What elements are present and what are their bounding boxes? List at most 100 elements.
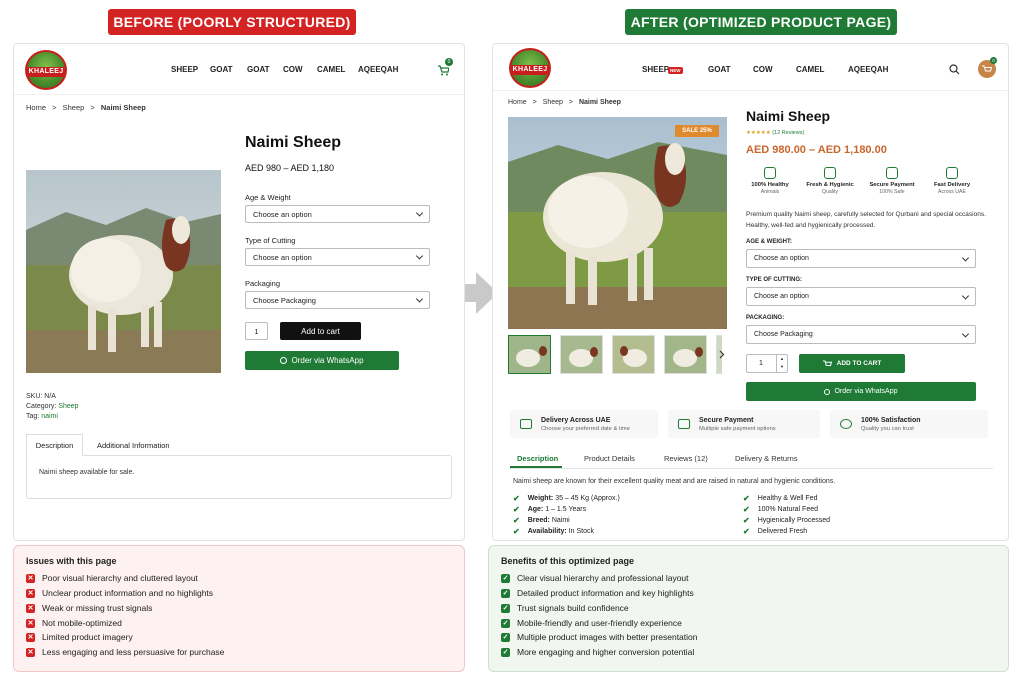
add-to-cart-button[interactable]: ADD TO CART <box>799 354 905 373</box>
breadcrumb-separator: > <box>90 103 95 112</box>
breadcrumb-separator: > <box>568 99 573 106</box>
spec-value: In Stock <box>568 528 594 535</box>
issue-text: Unclear product information and no highl… <box>42 588 214 598</box>
breadcrumb: Home > Sheep > Naimi Sheep <box>26 103 146 112</box>
breadcrumb-home[interactable]: Home <box>508 99 527 106</box>
cart-icon <box>822 360 832 366</box>
whatsapp-label: Order via WhatsApp <box>834 388 898 395</box>
trust-fresh: Fresh & Hygienic Quality <box>802 167 858 195</box>
nav-item[interactable]: CAMEL <box>317 65 358 74</box>
nav-item[interactable]: COW <box>753 65 796 74</box>
check-icon: ✔ <box>513 516 520 525</box>
field-label: AGE & WEIGHT: <box>746 239 792 245</box>
stars-icon: ★★★★★ <box>746 130 771 136</box>
feature-sub: Choose your preferred date & time <box>541 425 630 432</box>
spec-key: Weight: <box>527 495 554 502</box>
tab-description[interactable]: Description <box>26 434 83 456</box>
product-image[interactable] <box>26 170 221 373</box>
brand-logo[interactable]: KHALEEJ <box>25 50 67 90</box>
packaging-select[interactable]: Choose Packaging <box>746 325 976 344</box>
nav-item[interactable]: CAMEL <box>796 65 848 74</box>
meta-label: SKU: <box>26 393 43 400</box>
breadcrumb-separator: > <box>532 99 537 106</box>
age-weight-select[interactable]: Choose an option <box>245 205 430 223</box>
trust-title: Fast Delivery <box>933 182 971 188</box>
breadcrumb-category[interactable]: Sheep <box>63 103 85 112</box>
highlight-text: Delivered Fresh <box>757 528 808 535</box>
packaging-select[interactable]: Choose Packaging <box>245 291 430 309</box>
thumbnail[interactable] <box>664 335 707 374</box>
tab-delivery-returns[interactable]: Delivery & Returns <box>735 454 798 463</box>
meta-label: Tag: <box>26 413 40 420</box>
quantity-stepper[interactable]: 1 ▲ ▼ <box>746 354 788 373</box>
breadcrumb-home[interactable]: Home <box>26 103 46 112</box>
nav-item[interactable]: GOAT <box>247 65 283 74</box>
quantity-input[interactable]: 1 <box>245 322 268 340</box>
nav-item[interactable]: SHEEP <box>642 65 669 74</box>
after-nav: SHEEP NEW GOAT COW CAMEL AQEEQAH <box>642 65 888 74</box>
check-icon: ✓ <box>501 647 510 657</box>
trust-sub: 100% Safe <box>879 189 905 195</box>
nav-item[interactable]: AQEEQAH <box>848 65 888 74</box>
stepper-arrows[interactable]: ▲ ▼ <box>776 355 787 372</box>
cutting-select[interactable]: Choose an option <box>245 248 430 266</box>
field-label: TYPE OF CUTTING: <box>746 277 802 283</box>
cart-button[interactable]: 0 <box>437 58 453 81</box>
check-icon: ✔ <box>743 527 750 536</box>
cutting-select[interactable]: Choose an option <box>746 287 976 306</box>
chevron-right-icon[interactable] <box>719 350 725 359</box>
field-label: Type of Cutting <box>245 236 296 245</box>
whatsapp-label: Order via WhatsApp <box>291 356 364 365</box>
card-icon <box>678 419 690 429</box>
thumbnail[interactable] <box>560 335 603 374</box>
tag-link[interactable]: naimi <box>41 413 58 420</box>
check-icon: ✔ <box>513 494 520 503</box>
tab-additional-info[interactable]: Additional Information <box>97 441 170 450</box>
cart-button[interactable]: 0 <box>978 57 997 78</box>
issue-text: Poor visual hierarchy and cluttered layo… <box>42 573 198 583</box>
issue-item: ✕ Limited product imagery <box>26 632 133 642</box>
rating-stars: ★★★★★ (12 Reviews) <box>746 130 804 136</box>
thumbnail[interactable] <box>508 335 551 374</box>
product-title: Naimi Sheep <box>746 108 831 124</box>
spec-row: ✔ Availability: In Stock <box>513 527 594 536</box>
feature-title: Delivery Across UAE <box>541 416 611 424</box>
tab-description[interactable]: Description <box>517 454 558 463</box>
breadcrumb-category[interactable]: Sheep <box>543 99 563 106</box>
whatsapp-button[interactable]: Order via WhatsApp <box>245 351 399 370</box>
brand-logo[interactable]: KHALEEJ <box>509 48 551 88</box>
spec-value: 35 – 45 Kg (Approx.) <box>555 495 620 502</box>
whatsapp-button[interactable]: Order via WhatsApp <box>746 382 976 401</box>
cart-count: 0 <box>445 58 453 66</box>
product-image[interactable]: SALE 25% <box>508 117 727 329</box>
tab-product-details[interactable]: Product Details <box>584 454 635 463</box>
check-icon: ✓ <box>501 603 510 613</box>
nav-item[interactable]: AQEEQAH <box>358 65 398 74</box>
reviews-link[interactable]: (12 Reviews) <box>772 130 804 136</box>
search-icon[interactable] <box>949 64 960 75</box>
select-value: Choose an option <box>253 252 312 262</box>
cart-count: 0 <box>990 57 997 64</box>
spec-row: ✔ Age: 1 – 1.5 Years <box>513 505 586 514</box>
check-icon: ✔ <box>743 505 750 514</box>
x-icon: ✕ <box>26 632 35 642</box>
nav-item[interactable]: GOAT <box>210 65 247 74</box>
x-icon: ✕ <box>26 647 35 657</box>
issue-text: Less engaging and less persuasive for pu… <box>42 647 225 657</box>
tab-reviews[interactable]: Reviews (12) <box>664 454 708 463</box>
nav-item[interactable]: SHEEP <box>171 65 210 74</box>
category-link[interactable]: Sheep <box>58 403 78 410</box>
age-weight-select[interactable]: Choose an option <box>746 249 976 268</box>
benefit-text: Trust signals build confidence <box>517 603 629 613</box>
trust-healthy: 100% Healthy Animals <box>746 167 794 195</box>
benefit-text: Multiple product images with better pres… <box>517 632 698 642</box>
nav-item[interactable]: GOAT <box>708 65 753 74</box>
feature-satisfaction: 100% Satisfaction Quality you can trust <box>830 410 988 438</box>
whatsapp-icon <box>280 357 288 364</box>
feature-sub: Multiple safe payment options <box>699 425 776 432</box>
select-value: Choose Packaging <box>253 295 316 305</box>
add-to-cart-button[interactable]: Add to cart <box>280 322 361 340</box>
thumbnail[interactable] <box>612 335 655 374</box>
benefit-item: ✓ Mobile-friendly and user-friendly exper… <box>501 618 682 628</box>
nav-item[interactable]: COW <box>283 65 317 74</box>
